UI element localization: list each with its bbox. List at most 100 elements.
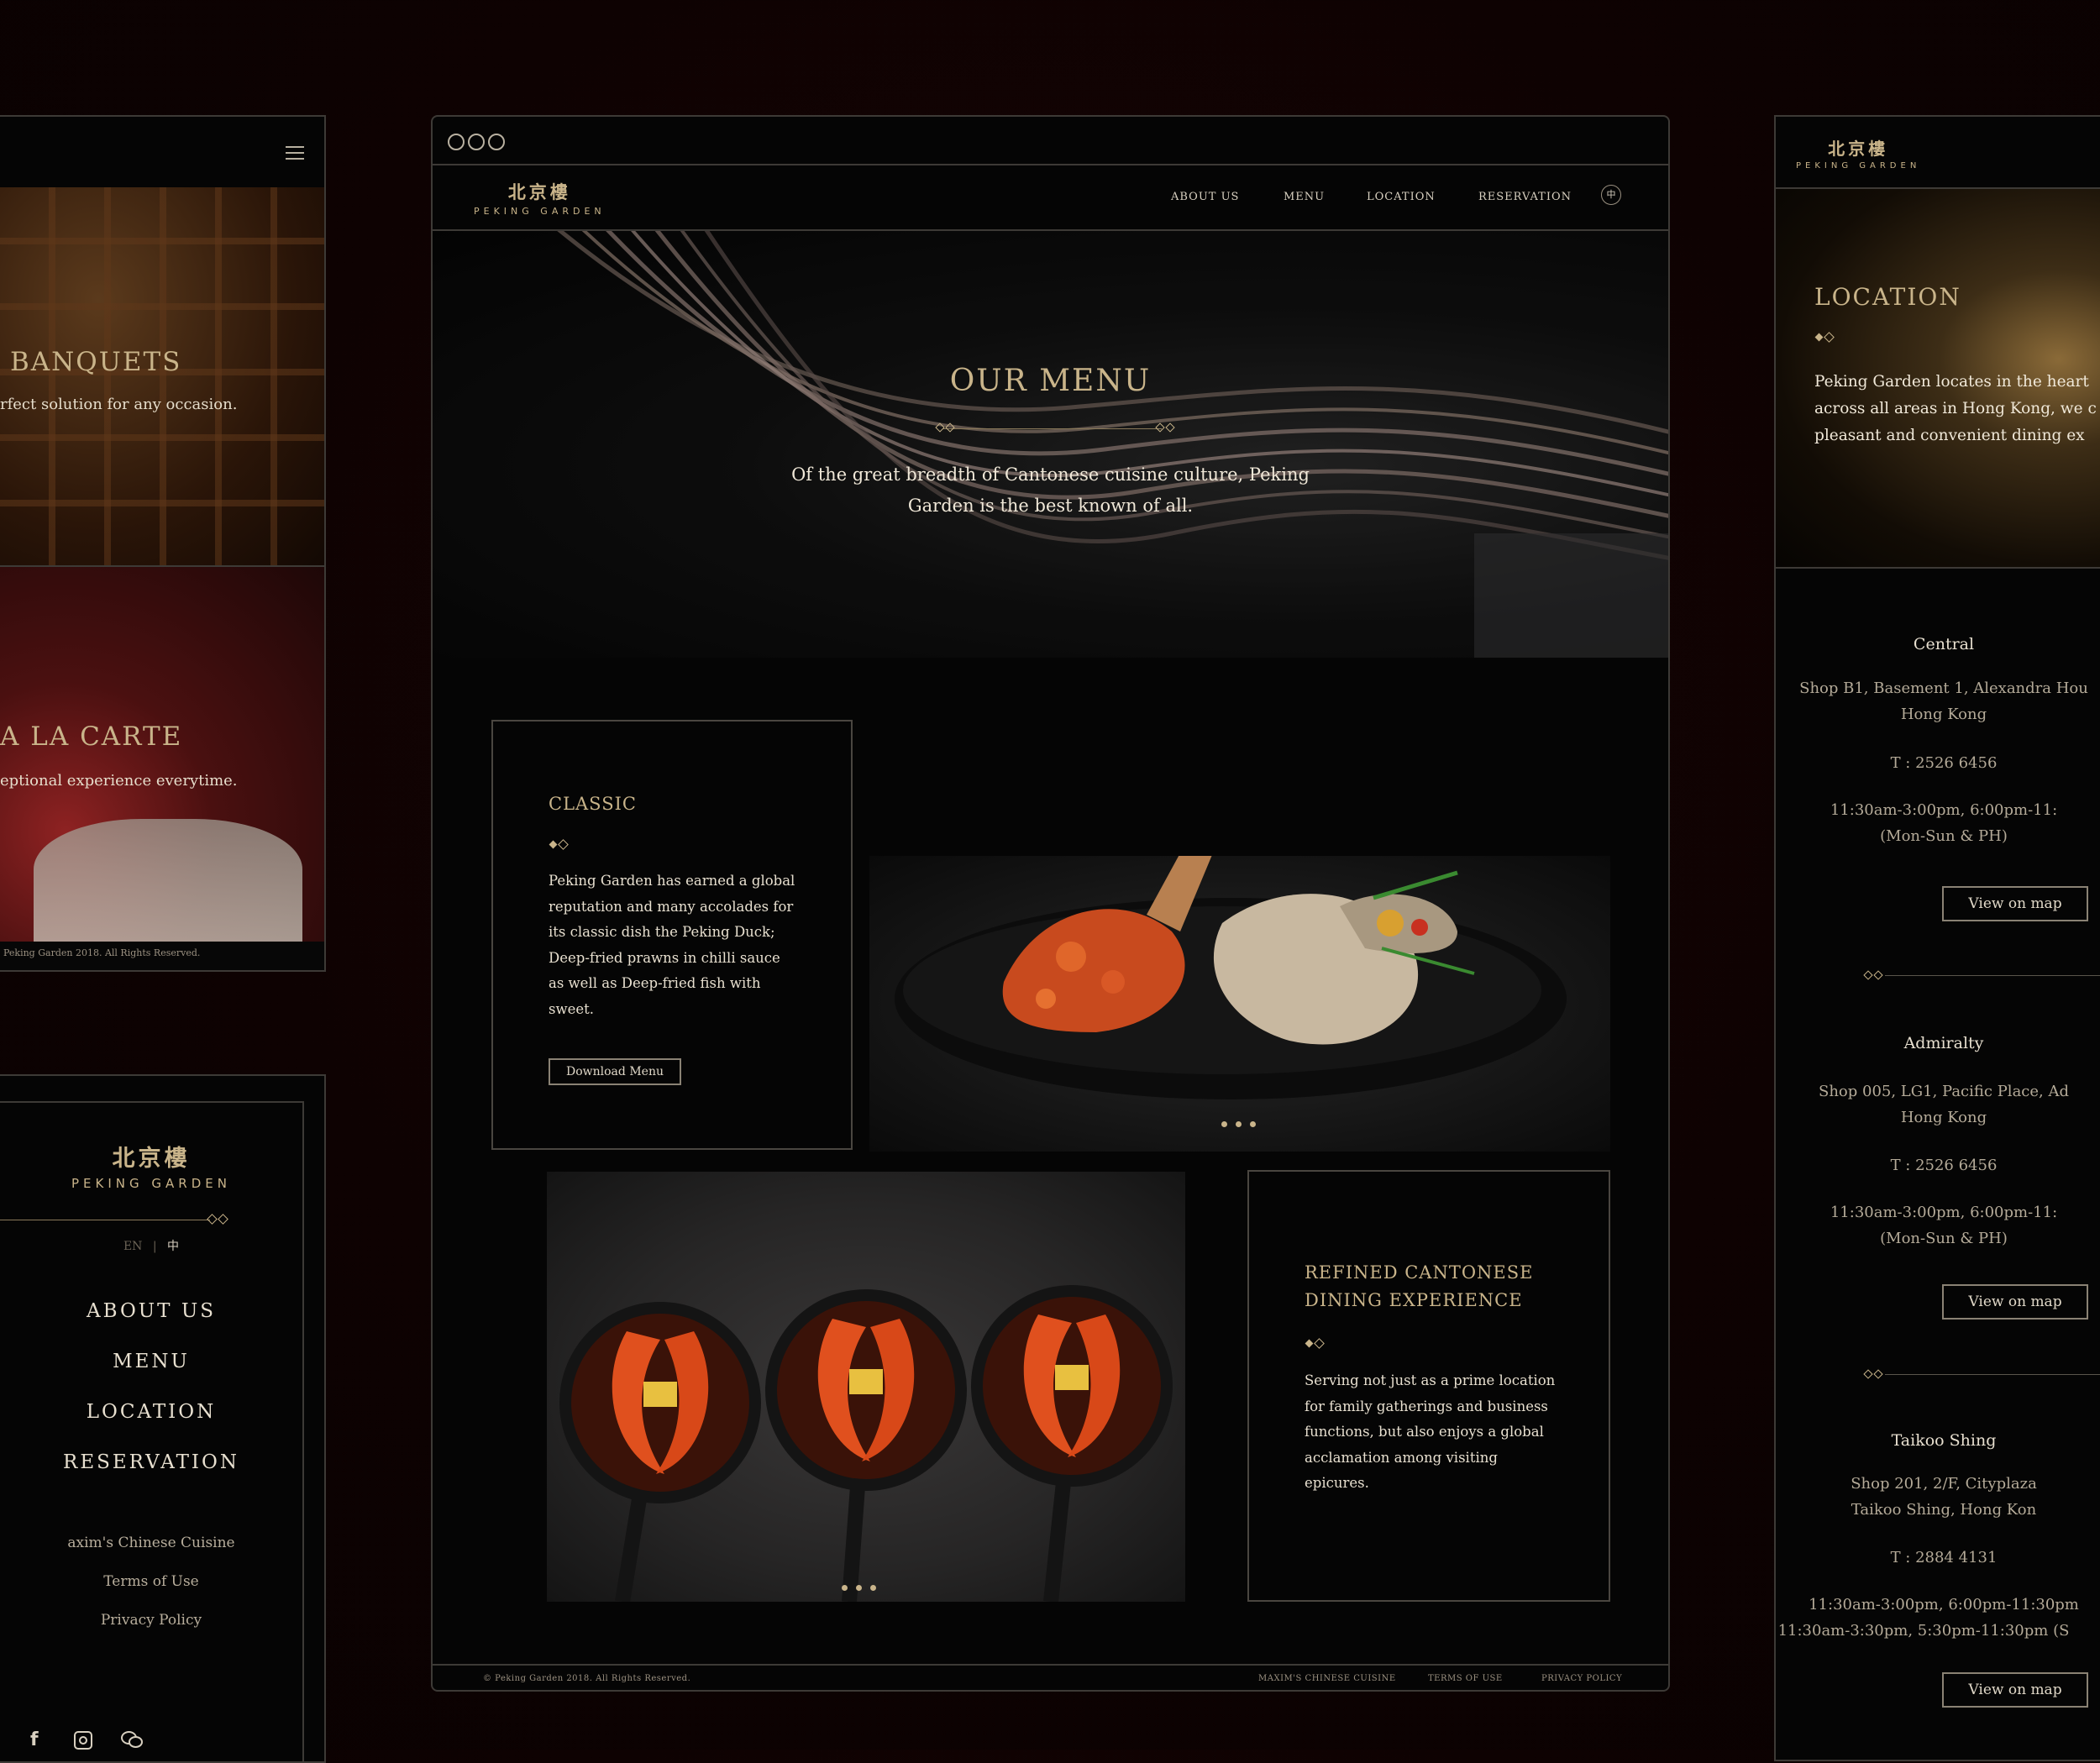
- diamond-ornament-icon: [207, 1214, 228, 1225]
- refined-description-line: acclamation among visiting: [1305, 1449, 1498, 1466]
- footer-copyright: © Peking Garden 2018. All Rights Reserve…: [483, 1674, 691, 1683]
- alacarte-title: A LA CARTE: [0, 721, 183, 752]
- hero-description-line: Of the great breadth of Cantonese cuisin…: [791, 464, 1310, 485]
- refined-title-line: DINING EXPERIENCE: [1305, 1289, 1523, 1310]
- location-name: Central: [1913, 635, 1975, 653]
- window-minimize-button[interactable]: [468, 134, 485, 150]
- hero-description-line: Garden is the best known of all.: [907, 496, 1194, 516]
- wechat-icon[interactable]: [121, 1731, 143, 1748]
- view-on-map-button[interactable]: View on map: [1942, 1672, 2088, 1708]
- banquets-text: rfect solution for any occasion.: [0, 396, 238, 413]
- mobile-logo[interactable]: 北京樓 PEKING GARDEN: [0, 1140, 302, 1191]
- diamond-ornament-icon: [549, 839, 569, 850]
- site-footer: © Peking Garden 2018. All Rights Reserve…: [433, 1664, 1668, 1690]
- location-hero: LOCATION Peking Garden locates in the he…: [1776, 189, 2100, 569]
- footer-link-terms[interactable]: TERMS OF USE: [1428, 1674, 1503, 1683]
- diamond-ornament-icon: [1863, 1369, 1883, 1379]
- nav-menu[interactable]: MENU: [1284, 191, 1325, 203]
- instagram-icon[interactable]: [74, 1731, 92, 1750]
- lang-divider: |: [152, 1240, 157, 1253]
- logo-english: PEKING GARDEN: [71, 1176, 231, 1191]
- location-phone: T : 2884 4131: [1890, 1549, 1998, 1566]
- window-maximize-button[interactable]: [488, 134, 505, 150]
- prawns-dish-image: [547, 1172, 1185, 1602]
- mobile-nav-location[interactable]: LOCATION: [0, 1401, 302, 1423]
- diamond-ornament-icon: [935, 422, 955, 433]
- location-phone: T : 2526 6456: [1890, 1157, 1998, 1174]
- mobile-nav-menu[interactable]: MENU: [0, 1351, 302, 1372]
- browser-titlebar: [433, 117, 1668, 165]
- hero-title: OUR MENU: [949, 364, 1152, 398]
- browser-window: 北京樓 PEKING GARDEN ABOUT US MENU LOCATION…: [431, 115, 1670, 1692]
- logo-chinese: 北京樓: [1828, 139, 1889, 159]
- location-hours: 11:30am-3:00pm, 6:00pm-11:: [1830, 801, 2058, 819]
- mobile-header: 北京樓 PEKING GARDEN: [1776, 117, 2100, 189]
- nav-location[interactable]: LOCATION: [1367, 191, 1436, 203]
- nav-reservation[interactable]: RESERVATION: [1478, 191, 1572, 203]
- lang-cn-link[interactable]: 中: [167, 1240, 179, 1253]
- classic-description-line: sweet.: [549, 1000, 594, 1017]
- mobile-home-panel: BANQUETS rfect solution for any occasion…: [0, 115, 326, 972]
- location-address: Shop B1, Basement 1, Alexandra Hou: [1799, 679, 2088, 697]
- refined-title-line: REFINED CANTONESE: [1305, 1262, 1534, 1283]
- banquets-section[interactable]: BANQUETS rfect solution for any occasion…: [0, 187, 324, 567]
- carousel-dots[interactable]: [1217, 1115, 1260, 1131]
- location-separator: [1885, 1374, 2100, 1375]
- mobile-menu-frame: 北京樓 PEKING GARDEN EN | 中 ABOUT US MENU L…: [0, 1101, 304, 1761]
- alacarte-section[interactable]: A LA CARTE eptional experience everytime…: [0, 567, 324, 945]
- logo-chinese: 北京樓: [112, 1146, 191, 1172]
- hamburger-menu-icon[interactable]: [286, 142, 304, 164]
- diamond-ornament-icon: [1305, 1338, 1325, 1349]
- mobile-footer: Peking Garden 2018. All Rights Reserved.: [0, 942, 324, 970]
- location-intro-line: Peking Garden locates in the heart: [1814, 373, 2089, 391]
- nav-about-us[interactable]: ABOUT US: [1171, 191, 1239, 203]
- location-intro-line: across all areas in Hong Kong, we c: [1814, 400, 2097, 417]
- mobile-menu-panel: 北京樓 PEKING GARDEN EN | 中 ABOUT US MENU L…: [0, 1074, 326, 1763]
- location-hours: (Mon-Sun & PH): [1880, 827, 2008, 845]
- facebook-icon[interactable]: f: [30, 1729, 39, 1750]
- footer-link-privacy[interactable]: PRIVACY POLICY: [1541, 1674, 1622, 1683]
- location-address: Shop 005, LG1, Pacific Place, Ad: [1818, 1083, 2069, 1100]
- mobile-logo[interactable]: 北京樓 PEKING GARDEN: [1796, 135, 1920, 171]
- classic-description-line: Deep-fried prawns in chilli sauce: [549, 949, 780, 966]
- site-logo[interactable]: 北京樓 PEKING GARDEN: [474, 179, 606, 217]
- location-name: Admiralty: [1903, 1034, 1984, 1052]
- mobile-nav-about[interactable]: ABOUT US: [0, 1300, 302, 1322]
- alacarte-text: eptional experience everytime.: [0, 772, 238, 790]
- location-address: Shop 201, 2/F, Cityplaza: [1851, 1475, 2037, 1493]
- window-close-button[interactable]: [448, 134, 465, 150]
- mobile-nav-reservation[interactable]: RESERVATION: [0, 1451, 302, 1473]
- location-address: Taikoo Shing, Hong Kon: [1851, 1501, 2037, 1519]
- refined-description-line: for family gatherings and business: [1305, 1398, 1548, 1414]
- view-on-map-button[interactable]: View on map: [1942, 1284, 2088, 1320]
- refined-description-line: epicures.: [1305, 1475, 1369, 1491]
- link-maxims[interactable]: axim's Chinese Cuisine: [0, 1535, 302, 1551]
- hero-banner: OUR MENU Of the great breadth of Cantone…: [433, 231, 1668, 658]
- location-hours: 11:30am-3:30pm, 5:30pm-11:30pm (S: [1777, 1622, 2070, 1640]
- location-hours: 11:30am-3:00pm, 6:00pm-11:30pm: [1809, 1596, 2079, 1613]
- refined-description: Serving not just as a prime location for…: [1305, 1368, 1555, 1497]
- language-switch: EN | 中: [0, 1237, 302, 1254]
- carousel-dots[interactable]: [837, 1578, 880, 1594]
- footer-link-maxims[interactable]: MAXIM'S CHINESE CUISINE: [1258, 1674, 1396, 1683]
- mobile-location-panel: 北京樓 PEKING GARDEN LOCATION Peking Garden…: [1774, 115, 2100, 1761]
- classic-title: CLASSIC: [549, 794, 637, 814]
- location-address: Hong Kong: [1900, 1109, 1987, 1126]
- link-terms[interactable]: Terms of Use: [0, 1573, 302, 1590]
- mobile-nav: ABOUT US MENU LOCATION RESERVATION: [0, 1300, 302, 1502]
- link-privacy[interactable]: Privacy Policy: [0, 1612, 302, 1629]
- site-header: 北京樓 PEKING GARDEN ABOUT US MENU LOCATION…: [433, 165, 1668, 231]
- language-globe-icon[interactable]: 中: [1601, 185, 1621, 205]
- location-separator: [1885, 975, 2100, 976]
- view-on-map-button[interactable]: View on map: [1942, 886, 2088, 921]
- refined-description-line: functions, but also enjoys a global: [1305, 1424, 1544, 1440]
- download-menu-button[interactable]: Download Menu: [549, 1058, 681, 1085]
- location-intro: Peking Garden locates in the heart acros…: [1814, 369, 2097, 449]
- location-intro-line: pleasant and convenient dining ex: [1814, 427, 2085, 444]
- classic-description-line: as well as Deep-fried fish with: [549, 975, 761, 991]
- location-name: Taikoo Shing: [1891, 1431, 1997, 1450]
- location-phone: T : 2526 6456: [1890, 754, 1998, 772]
- refined-title: REFINED CANTONESE DINING EXPERIENCE: [1305, 1259, 1533, 1314]
- lang-en-link[interactable]: EN: [123, 1240, 142, 1253]
- logo-chinese: 北京樓: [507, 182, 571, 202]
